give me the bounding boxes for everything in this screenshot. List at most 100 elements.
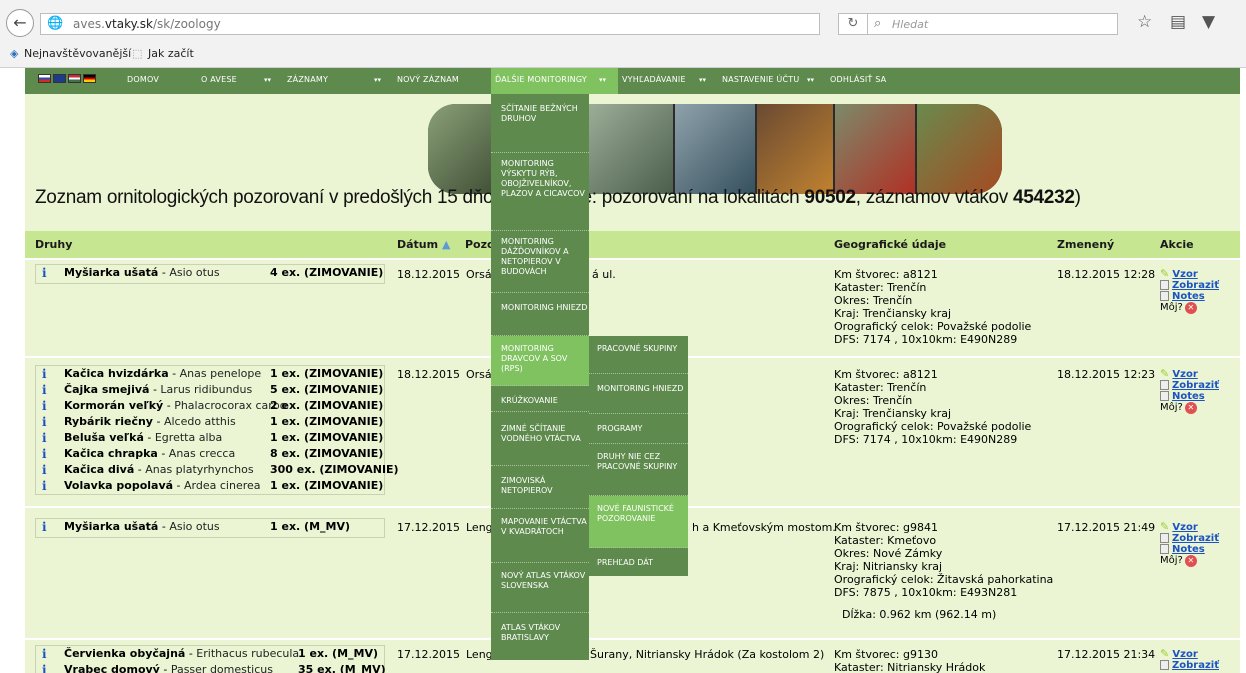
date: 18.12.2015	[397, 268, 460, 281]
date: 18.12.2015	[397, 368, 460, 381]
info-icon[interactable]: i	[42, 383, 47, 397]
bookmark-star-icon[interactable]: ☆	[1137, 12, 1152, 32]
url-bar[interactable]: 🌐 aves.vtaky.sk/sk/zoology	[40, 13, 820, 35]
bird-photo	[757, 104, 833, 194]
chevron-down-icon: ▾▾	[807, 76, 815, 84]
vzor-link[interactable]: Vzor	[1172, 369, 1197, 380]
observer: Orsá	[466, 368, 492, 381]
menu-item-zimoviska-netopierov[interactable]: ZIMOVISKÁ NETOPIEROV	[491, 466, 589, 509]
info-icon[interactable]: i	[42, 431, 47, 445]
info-icon[interactable]: i	[42, 447, 47, 461]
nav-dalsie-monitoringy[interactable]: ĎALŠIE MONITORINGY	[495, 75, 587, 84]
menu-item-monitoring-ryb[interactable]: MONITORING VÝSKYTU RÝB, OBOJŽIVELNÍKOV, …	[491, 153, 589, 231]
species-row: i Volavka popolavá - Ardea cinerea 1 ex. (…	[42, 479, 384, 493]
search-placeholder: Hledat	[892, 18, 929, 31]
nav-o-avese[interactable]: O AVESE	[201, 75, 237, 84]
actions: ✎ Vzor Zobraziť Notes Môj? ✕	[1160, 520, 1219, 567]
date: 17.12.2015	[397, 521, 460, 534]
col-zmeneny[interactable]: Zmenený	[1057, 238, 1114, 251]
col-datum[interactable]: Dátum ▲	[397, 238, 450, 251]
species-row: i Čajka smejivá - Larus ridibundus 5 ex. (…	[42, 383, 384, 397]
flag-sk-icon[interactable]	[38, 74, 51, 83]
bookmark-item[interactable]: Jak začít	[148, 47, 194, 60]
menu-item-monitoring-dazdovnikov[interactable]: MONITORING DÁŽĎOVNÍKOV A NETOPIEROV V BU…	[491, 231, 589, 293]
menu-item-monitoring-hniezd[interactable]: MONITORING HNIEZD	[491, 293, 589, 336]
page-icon: ⬚	[132, 47, 143, 60]
vzor-link[interactable]: Vzor	[1172, 269, 1197, 280]
location: Šurany, Nitriansky Hrádok (Za kostolom 2…	[590, 648, 825, 661]
bookmarks-bar: ◈ Nejnavštěvovanější ⬚ Jak začít	[0, 42, 1246, 67]
delete-icon[interactable]: ✕	[1184, 402, 1197, 414]
notes-icon	[1160, 291, 1169, 301]
geo-info: Km štvorec: a8121 Kataster: Trenčín Okres:…	[834, 268, 1032, 346]
info-icon[interactable]: i	[42, 415, 47, 429]
reading-list-icon[interactable]: ▤	[1170, 12, 1186, 32]
menu-item-atlas-bratislavy[interactable]: ATLAS VTÁKOV BRATISLAVY	[491, 613, 589, 660]
species-row: i Kačica hvizdárka - Anas penelope 1 ex. (…	[42, 367, 384, 381]
bookmark-item[interactable]: Nejnavštěvovanější	[24, 47, 131, 60]
actions: ✎ Vzor Zobraziť	[1160, 648, 1219, 671]
geo-info: Km štvorec: a8121 Kataster: Trenčín Okres:…	[834, 368, 1032, 446]
pocket-icon[interactable]: ▼	[1202, 12, 1215, 32]
search-input[interactable]: ⌕ Hledat	[868, 13, 1118, 35]
notes-link[interactable]: Notes	[1172, 544, 1205, 555]
submenu-item-nove-faunisticke[interactable]: NOVÉ FAUNISTICKÉ POZOROVANIE	[589, 496, 688, 548]
col-geograficke-udaje[interactable]: Geografické údaje	[834, 238, 946, 251]
delete-icon[interactable]: ✕	[1184, 302, 1197, 314]
menu-item-kruzkovanie[interactable]: KRÚŽKOVANIE	[491, 386, 589, 412]
species-list: i Kačica hvizdárka - Anas penelope 1 ex. (…	[35, 365, 399, 495]
nav-nastavenie-uctu[interactable]: NASTAVENIE ÚČTU	[722, 75, 799, 84]
geo-info: Km štvorec: g9841 Kataster: Kmeťovo Okres:…	[834, 521, 1054, 621]
site-info-icon[interactable]: 🌐	[47, 16, 63, 31]
info-icon[interactable]: i	[42, 663, 47, 673]
info-icon[interactable]: i	[42, 647, 47, 661]
chevron-down-icon: ▾▾	[699, 76, 707, 84]
flag-de-icon[interactable]	[83, 74, 96, 83]
geo-info: Km štvorec: g9130 Kataster: Nitriansky Hr…	[834, 648, 986, 673]
document-icon	[1160, 380, 1169, 390]
submenu-item-programy[interactable]: PROGRAMY	[589, 414, 688, 444]
menu-item-zimne-scitanie[interactable]: ZIMNÉ SČÍTANIE VODNÉHO VTÁCTVA	[491, 412, 589, 466]
info-icon[interactable]: i	[42, 463, 47, 477]
species-row: i Myšiarka ušatá - Asio otus 1 ex. (M_MV)	[42, 520, 351, 534]
flag-hu-icon[interactable]	[68, 74, 81, 83]
back-button[interactable]: ←	[6, 9, 34, 37]
menu-item-novy-atlas[interactable]: NOVÝ ATLAS VTÁKOV SLOVENSKA	[491, 563, 589, 613]
nav-zaznamy[interactable]: ZÁZNAMY	[287, 75, 328, 84]
flag-en-icon[interactable]	[53, 74, 66, 83]
nav-novy-zaznam[interactable]: NOVÝ ZÁZNAM	[397, 75, 459, 84]
species-list: i Myšiarka ušatá - Asio otus 1 ex. (M_MV)	[35, 518, 385, 538]
notes-link[interactable]: Notes	[1172, 391, 1205, 402]
submenu-item-monitoring-hniezd[interactable]: MONITORING HNIEZD	[589, 374, 688, 414]
zobrazit-link[interactable]: Zobraziť	[1172, 660, 1219, 671]
reload-icon[interactable]: ↻	[838, 13, 868, 35]
nav-domov[interactable]: DOMOV	[127, 75, 159, 84]
submenu-item-pracovne-skupiny[interactable]: PRACOVNÉ SKUPINY	[589, 336, 688, 374]
info-icon[interactable]: i	[42, 367, 47, 381]
nav-vyhladavanie[interactable]: VYHĽADÁVANIE	[622, 75, 686, 84]
submenu-item-prehlad-dat[interactable]: PREHĽAD DÁT	[589, 548, 688, 576]
document-icon	[1160, 533, 1169, 543]
menu-item-mapovanie-vtactva[interactable]: MAPOVANIE VTÁCTVA V KVADRÁTOCH	[491, 509, 589, 563]
vzor-link[interactable]: Vzor	[1172, 522, 1197, 533]
changed-time: 18.12.2015 12:28	[1057, 268, 1156, 281]
vzor-link[interactable]: Vzor	[1172, 649, 1197, 660]
info-icon[interactable]: i	[42, 520, 47, 534]
menu-item-monitoring-dravcov[interactable]: MONITORING DRAVCOV A SOV (RPS)	[491, 336, 589, 386]
info-icon[interactable]: i	[42, 266, 47, 280]
submenu-item-druhy-nie-cez[interactable]: DRUHY NIE CEZ PRACOVNÉ SKUPINY	[589, 444, 688, 496]
nav-odhlasit-sa[interactable]: ODHLÁSIŤ SA	[830, 75, 886, 84]
menu-item-scitanie-beznych-druhov[interactable]: SČÍTANIE BEŽNÝCH DRUHOV	[491, 94, 589, 153]
info-icon[interactable]: i	[42, 479, 47, 493]
species-row: i Kačica divá - Anas platyrhynchos 300 ex.…	[42, 463, 399, 477]
info-icon[interactable]: i	[42, 399, 47, 413]
notes-link[interactable]: Notes	[1172, 291, 1205, 302]
delete-icon[interactable]: ✕	[1184, 555, 1197, 567]
col-druhy[interactable]: Druhy	[35, 238, 72, 251]
species-row: i Kačica chrapka - Anas crecca 8 ex. (ZIMO…	[42, 447, 384, 461]
notes-icon	[1160, 544, 1169, 554]
zobrazit-link[interactable]: Zobraziť	[1172, 280, 1219, 291]
zobrazit-link[interactable]: Zobraziť	[1172, 380, 1219, 391]
zobrazit-link[interactable]: Zobraziť	[1172, 533, 1219, 544]
bird-photo	[428, 104, 498, 194]
